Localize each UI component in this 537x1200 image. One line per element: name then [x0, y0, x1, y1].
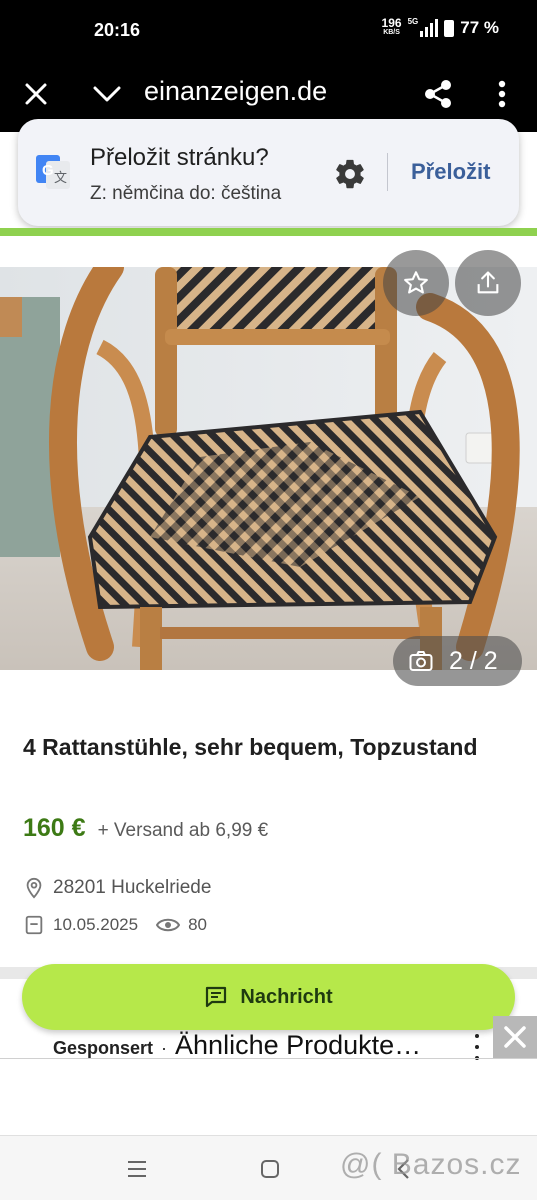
signal-icon [420, 19, 439, 37]
sponsored-row[interactable]: Gesponsert · Ähnliche Produkte… [53, 1030, 445, 1061]
view-count: 80 [188, 915, 208, 934]
message-button-label: Nachricht [240, 985, 333, 1008]
chat-icon [206, 986, 227, 1008]
image-counter[interactable]: 2 / 2 [393, 636, 522, 686]
status-indicators: 196 KB/S 5G 77 % [381, 16, 499, 38]
location-pin-icon [26, 877, 42, 899]
listing-location: 28201 Huckelriede [53, 877, 212, 898]
close-icon[interactable] [16, 74, 56, 114]
upload-share-icon [477, 271, 499, 294]
calendar-icon [25, 915, 43, 935]
translate-languages: Z: němčina do: čeština [90, 183, 282, 204]
rattan-chair-image [0, 267, 537, 670]
svg-text:文: 文 [54, 171, 67, 186]
message-button[interactable]: Nachricht [22, 964, 515, 1030]
more-vert-icon[interactable] [482, 74, 522, 114]
ad-divider [0, 1058, 537, 1059]
sponsored-title: Ähnliche Produkte… [175, 1030, 422, 1060]
listing-price: 160 € [23, 814, 86, 842]
home-icon[interactable] [255, 1156, 285, 1182]
favorite-button[interactable] [383, 250, 449, 316]
status-time: 20:16 [94, 20, 141, 40]
divider [387, 153, 388, 191]
sponsored-label: Gesponsert [53, 1038, 154, 1058]
camera-icon [409, 651, 433, 671]
translate-bar: G 文 Přeložit stránku? Z: němčina do: češ… [18, 119, 519, 226]
battery-icon [444, 19, 455, 37]
listing-title: 4 Rattanstühle, sehr bequem, Topzustand [23, 734, 478, 760]
network-type: 5G [407, 17, 419, 26]
translate-title: Přeložit stránku? [90, 144, 269, 171]
location-row[interactable]: 28201 Huckelriede [23, 876, 211, 900]
status-bar: 20:16 196 KB/S 5G 77 % [0, 0, 537, 60]
star-outline-icon [404, 271, 428, 294]
watermark: @( Bazos.cz [340, 1148, 522, 1181]
chevron-down-icon[interactable] [87, 74, 127, 114]
sponsored-separator: · [161, 1038, 168, 1058]
svg-text:G: G [42, 162, 54, 179]
ad-close-icon[interactable] [493, 1016, 537, 1058]
battery-level: 77 % [460, 18, 499, 37]
translate-button[interactable]: Přeložit [411, 159, 490, 185]
network-speed-value: 196 [381, 16, 402, 30]
recent-apps-icon[interactable] [122, 1156, 152, 1182]
listing-date: 10.05.2025 [53, 915, 139, 934]
listing-photo[interactable] [0, 267, 537, 670]
share-listing-button[interactable] [455, 250, 521, 316]
meta-row: 10.05.2025 80 [23, 914, 225, 936]
gear-icon[interactable] [333, 157, 367, 191]
sponsored-more-icon[interactable] [467, 1034, 487, 1060]
eye-icon [156, 918, 181, 932]
share-icon[interactable] [418, 74, 458, 114]
price-row: 160 € + Versand ab 6,99 € [23, 814, 268, 843]
url-bar[interactable]: einanzeigen.de [144, 76, 344, 107]
google-translate-icon: G 文 [36, 155, 70, 189]
header-accent-line [0, 228, 537, 236]
network-speed-unit: KB/S [383, 29, 400, 36]
shipping-cost: + Versand ab 6,99 € [97, 820, 269, 841]
image-counter-text: 2 / 2 [449, 646, 498, 675]
network-speed: 196 KB/S [381, 16, 402, 37]
